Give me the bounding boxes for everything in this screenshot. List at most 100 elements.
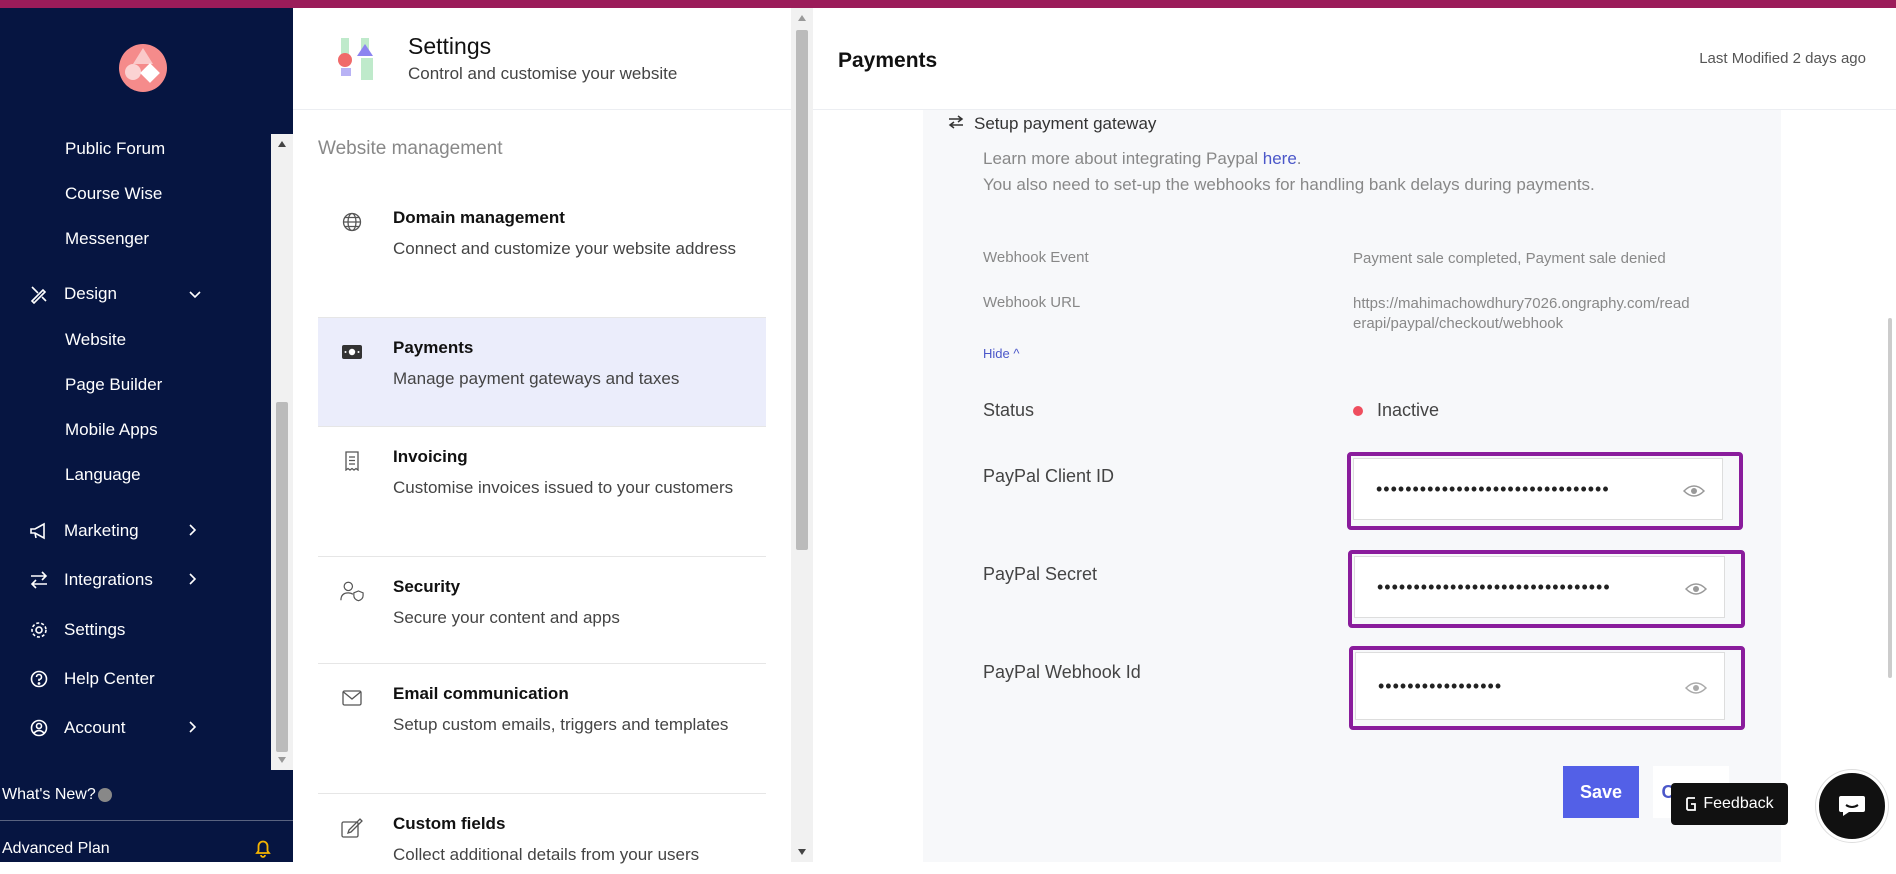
chevron-right-icon[interactable] bbox=[188, 523, 198, 540]
nav-item-label: Help Center bbox=[64, 669, 155, 688]
card-description: Setup custom emails, triggers and templa… bbox=[393, 715, 729, 734]
settings-scroll-thumb[interactable] bbox=[796, 30, 808, 550]
hide-toggle[interactable]: Hide ^ bbox=[983, 346, 1019, 361]
receipt-icon bbox=[340, 449, 364, 473]
design-icon bbox=[28, 283, 50, 305]
settings-card-invoicing[interactable]: Invoicing Customise invoices issued to y… bbox=[318, 427, 766, 557]
nav-item-label: Design bbox=[64, 284, 117, 303]
settings-card-email[interactable]: Email communication Setup custom emails,… bbox=[318, 664, 766, 794]
nav-item-public-forum[interactable]: Public Forum bbox=[65, 139, 165, 159]
section-heading: Website management bbox=[318, 138, 503, 159]
nav-item-label: Marketing bbox=[64, 521, 139, 540]
nav-item-label: Account bbox=[64, 718, 126, 737]
swap-icon bbox=[28, 569, 50, 591]
page-title: Settings bbox=[408, 33, 492, 59]
settings-header: Settings Control and customise your webs… bbox=[293, 8, 793, 110]
feedback-label: Feedback bbox=[1703, 795, 1774, 812]
last-modified: Last Modified 2 days ago bbox=[1699, 50, 1866, 67]
webhook-id-highlight: ••••••••••••••••• bbox=[1349, 646, 1745, 730]
swap-icon bbox=[948, 114, 964, 134]
help-icon bbox=[28, 668, 50, 690]
globe-icon bbox=[340, 210, 364, 234]
card-description: Customise invoices issued to your custom… bbox=[393, 478, 734, 497]
scroll-up-icon[interactable] bbox=[797, 14, 807, 22]
feedback-button[interactable]: Feedback bbox=[1671, 783, 1788, 825]
whats-new-label: What's New? bbox=[2, 786, 96, 803]
nav-item-messenger[interactable]: Messenger bbox=[65, 229, 149, 249]
gear-icon bbox=[28, 619, 50, 641]
status-indicator: Inactive bbox=[1353, 400, 1439, 421]
brand-logo[interactable] bbox=[119, 44, 167, 92]
card-title: Security bbox=[393, 577, 461, 596]
chat-icon bbox=[1839, 796, 1865, 816]
chevron-down-icon[interactable] bbox=[188, 287, 202, 303]
scroll-down-icon[interactable] bbox=[277, 756, 287, 764]
main-sidebar: Public Forum Course Wise Messenger Desig… bbox=[0, 8, 293, 862]
mail-icon bbox=[340, 686, 364, 710]
settings-card-domain[interactable]: Domain management Connect and customize … bbox=[318, 188, 766, 318]
nav-item-language[interactable]: Language bbox=[65, 465, 141, 485]
webhook-event-label: Webhook Event bbox=[983, 249, 1089, 266]
card-description: Secure your content and apps bbox=[393, 608, 620, 627]
nav-item-course-wise[interactable]: Course Wise bbox=[65, 184, 162, 204]
eye-icon[interactable] bbox=[1683, 484, 1705, 498]
money-icon bbox=[340, 340, 364, 364]
notification-dot bbox=[97, 788, 112, 802]
settings-scrollbar[interactable] bbox=[791, 8, 813, 862]
page-subtitle: Control and customise your website bbox=[408, 64, 678, 83]
eye-icon[interactable] bbox=[1685, 582, 1707, 596]
settings-card-payments[interactable]: Payments Manage payment gateways and tax… bbox=[318, 318, 766, 427]
webhook-id-input[interactable]: ••••••••••••••••• bbox=[1355, 652, 1725, 720]
nav-item-marketing[interactable]: Marketing bbox=[28, 520, 139, 542]
plan-label: Advanced Plan bbox=[2, 840, 110, 857]
client-id-input[interactable]: •••••••••••••••••••••••••••••••• bbox=[1353, 458, 1723, 520]
card-description: Manage payment gateways and taxes bbox=[393, 369, 680, 388]
nav-item-settings[interactable]: Settings bbox=[28, 619, 125, 641]
bell-icon[interactable] bbox=[254, 838, 272, 858]
nav-item-page-builder[interactable]: Page Builder bbox=[65, 375, 162, 395]
payments-scrollbar[interactable] bbox=[1888, 318, 1892, 678]
eye-icon[interactable] bbox=[1685, 681, 1707, 695]
nav-item-label: Integrations bbox=[64, 570, 153, 589]
nav-item-help-center[interactable]: Help Center bbox=[28, 668, 155, 690]
nav-item-website[interactable]: Website bbox=[65, 330, 126, 350]
card-description: Collect additional details from your use… bbox=[393, 845, 700, 864]
save-button[interactable]: Save bbox=[1563, 766, 1639, 818]
scroll-up-icon[interactable] bbox=[277, 140, 287, 148]
webhook-url-label: Webhook URL bbox=[983, 294, 1081, 311]
webhook-id-value: ••••••••••••••••• bbox=[1378, 675, 1503, 696]
user-shield-icon bbox=[340, 579, 364, 603]
secret-highlight: •••••••••••••••••••••••••••••••• bbox=[1348, 550, 1745, 628]
sidebar-scroll-thumb[interactable] bbox=[276, 402, 288, 752]
chevron-right-icon[interactable] bbox=[188, 572, 198, 589]
nav-item-mobile-apps[interactable]: Mobile Apps bbox=[65, 420, 158, 440]
gateway-heading-label: Setup payment gateway bbox=[974, 114, 1157, 133]
learn-more-link[interactable]: here bbox=[1263, 149, 1297, 168]
edit-icon bbox=[340, 816, 364, 840]
webhook-url-value: https://mahimachowdhury7026.ongraphy.com… bbox=[1353, 295, 1690, 332]
nav-item-account[interactable]: Account bbox=[28, 717, 125, 739]
status-value: Inactive bbox=[1377, 400, 1440, 420]
nav-item-label: Settings bbox=[64, 620, 126, 639]
chevron-right-icon[interactable] bbox=[188, 720, 198, 737]
settings-logo-icon bbox=[338, 38, 373, 80]
sidebar-scrollbar[interactable] bbox=[271, 134, 293, 770]
learn-more-text: Learn more about integrating Paypal here… bbox=[983, 146, 1595, 198]
secret-input[interactable]: •••••••••••••••••••••••••••••••• bbox=[1354, 556, 1725, 618]
learn-prefix: Learn more about integrating Paypal bbox=[983, 149, 1263, 168]
nav-item-design[interactable]: Design bbox=[28, 283, 117, 305]
nav-item-integrations[interactable]: Integrations bbox=[28, 569, 153, 591]
secret-value: •••••••••••••••••••••••••••••••• bbox=[1377, 576, 1611, 597]
status-dot bbox=[1353, 405, 1363, 416]
payments-header: Payments Last Modified 2 days ago bbox=[813, 8, 1896, 110]
gateway-heading: Setup payment gateway bbox=[948, 114, 1156, 134]
settings-card-security[interactable]: Security Secure your content and apps bbox=[318, 557, 766, 664]
webhook-note: You also need to set-up the webhooks for… bbox=[983, 175, 1595, 194]
settings-card-custom-fields[interactable]: Custom fields Collect additional details… bbox=[318, 794, 766, 874]
divider bbox=[0, 820, 293, 821]
whats-new-link[interactable]: What's New? bbox=[2, 786, 112, 804]
client-id-value: •••••••••••••••••••••••••••••••• bbox=[1376, 478, 1610, 499]
chat-widget-button[interactable] bbox=[1816, 770, 1888, 842]
scroll-down-icon[interactable] bbox=[797, 848, 807, 856]
secret-label: PayPal Secret bbox=[983, 564, 1098, 584]
